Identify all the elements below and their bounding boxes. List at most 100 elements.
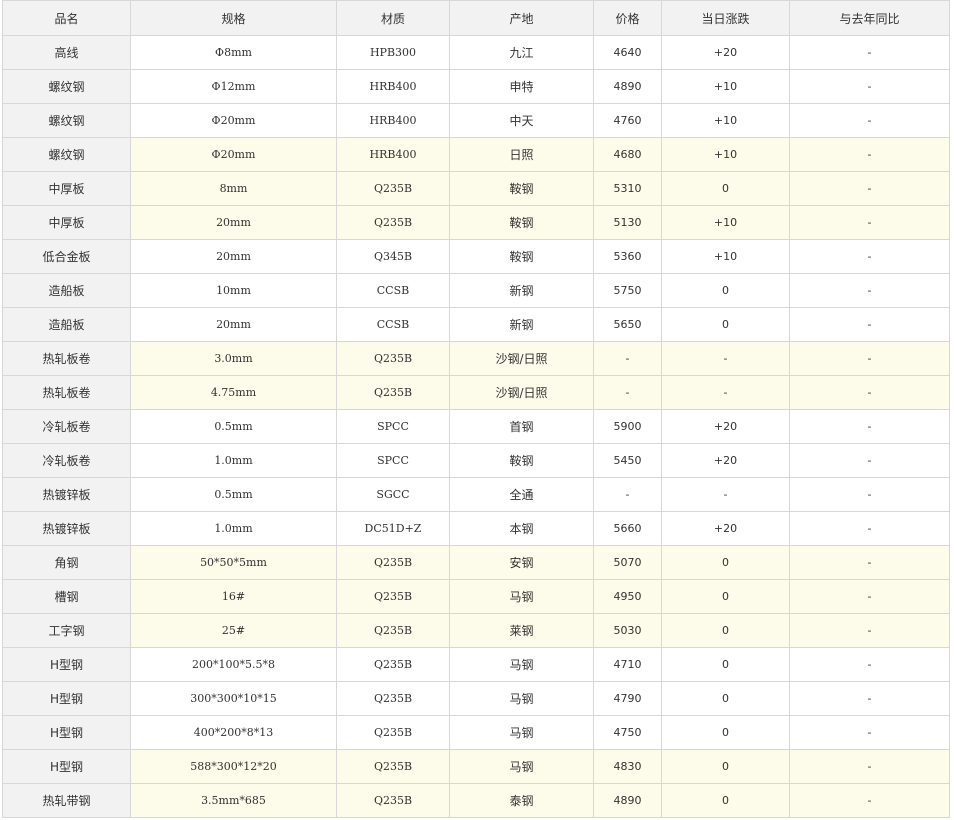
cell-origin: 新钢 <box>449 273 594 308</box>
table-row: H型钢 200*100*5.5*8 Q235B 马钢 4710 0- <box>2 647 950 682</box>
cell-price: 4890 <box>593 783 662 818</box>
cell-name: 角钢 <box>2 545 131 580</box>
cell-price: 4640 <box>593 35 662 70</box>
cell-name: 螺纹钢 <box>2 137 131 172</box>
cell-yoy: - <box>789 341 950 376</box>
table-row: H型钢 400*200*8*13 Q235B 马钢 4750 0- <box>2 715 950 750</box>
cell-origin: 安钢 <box>449 545 594 580</box>
table-row: 热轧板卷 4.75mm Q235B 沙钢/日照 - - - <box>2 375 950 410</box>
cell-price: 4890 <box>593 69 662 104</box>
cell-origin: 莱钢 <box>449 613 594 648</box>
table-row: 冷轧板卷 0.5mm SPCC 首钢 5900 +20- <box>2 409 950 444</box>
cell-yoy: - <box>789 647 950 682</box>
cell-daily-change: +10 <box>661 137 790 172</box>
cell-yoy: - <box>789 409 950 444</box>
table-row: 螺纹钢 Φ20mm HRB400 中天 4760 +10- <box>2 103 950 138</box>
cell-material: DC51D+Z <box>336 511 450 546</box>
cell-material: Q235B <box>336 205 450 240</box>
cell-price: 4750 <box>593 715 662 750</box>
cell-daily-change: 0 <box>661 749 790 784</box>
cell-daily-change: +10 <box>661 239 790 274</box>
table-row: 中厚板 8mm Q235B 鞍钢 5310 0- <box>2 171 950 206</box>
cell-daily-change: - <box>661 477 790 512</box>
cell-name: 工字钢 <box>2 613 131 648</box>
cell-daily-change: 0 <box>661 171 790 206</box>
cell-price: 5130 <box>593 205 662 240</box>
cell-spec: 4.75mm <box>130 375 337 410</box>
cell-origin: 沙钢/日照 <box>449 375 594 410</box>
cell-material: Q235B <box>336 715 450 750</box>
cell-name: 热轧带钢 <box>2 783 131 818</box>
cell-material: Q235B <box>336 681 450 716</box>
cell-yoy: - <box>789 681 950 716</box>
cell-price: 5310 <box>593 171 662 206</box>
cell-yoy: - <box>789 443 950 478</box>
cell-spec: 300*300*10*15 <box>130 681 337 716</box>
cell-daily-change: 0 <box>661 783 790 818</box>
cell-material: SPCC <box>336 443 450 478</box>
cell-origin: 日照 <box>449 137 594 172</box>
cell-daily-change: +20 <box>661 511 790 546</box>
cell-yoy: - <box>789 477 950 512</box>
cell-daily-change: 0 <box>661 579 790 614</box>
cell-price: - <box>593 341 662 376</box>
cell-name: 冷轧板卷 <box>2 409 131 444</box>
cell-spec: 20mm <box>130 239 337 274</box>
cell-material: Q235B <box>336 613 450 648</box>
cell-material: Q235B <box>336 171 450 206</box>
cell-spec: 0.5mm <box>130 477 337 512</box>
cell-origin: 新钢 <box>449 307 594 342</box>
cell-spec: 1.0mm <box>130 511 337 546</box>
cell-daily-change: 0 <box>661 647 790 682</box>
steel-price-table: 品名 规格 材质 产地 价格 当日涨跌 与去年同比 高线 Φ8mm HPB300 九江… <box>2 0 950 818</box>
cell-material: SPCC <box>336 409 450 444</box>
cell-material: Q235B <box>336 579 450 614</box>
table-row: 造船板 10mm CCSB 新钢 5750 0- <box>2 273 950 308</box>
cell-daily-change: +20 <box>661 35 790 70</box>
cell-yoy: - <box>789 613 950 648</box>
cell-yoy: - <box>789 715 950 750</box>
cell-material: HRB400 <box>336 69 450 104</box>
cell-yoy: - <box>789 273 950 308</box>
cell-spec: 50*50*5mm <box>130 545 337 580</box>
cell-material: CCSB <box>336 273 450 308</box>
cell-name: H型钢 <box>2 749 131 784</box>
cell-name: H型钢 <box>2 715 131 750</box>
cell-material: Q235B <box>336 545 450 580</box>
cell-price: - <box>593 477 662 512</box>
cell-daily-change: - <box>661 375 790 410</box>
cell-material: Q235B <box>336 647 450 682</box>
cell-spec: 3.5mm*685 <box>130 783 337 818</box>
cell-origin: 马钢 <box>449 647 594 682</box>
table-row: 中厚板 20mm Q235B 鞍钢 5130 +10- <box>2 205 950 240</box>
cell-spec: 200*100*5.5*8 <box>130 647 337 682</box>
cell-name: H型钢 <box>2 647 131 682</box>
cell-price: 5030 <box>593 613 662 648</box>
cell-yoy: - <box>789 69 950 104</box>
table-row: 热镀锌板 0.5mm SGCC 全通 - - - <box>2 477 950 512</box>
cell-yoy: - <box>789 579 950 614</box>
cell-price: 5070 <box>593 545 662 580</box>
cell-origin: 本钢 <box>449 511 594 546</box>
cell-price: 5750 <box>593 273 662 308</box>
header-material: 材质 <box>336 0 450 36</box>
cell-spec: 25# <box>130 613 337 648</box>
cell-price: 5660 <box>593 511 662 546</box>
cell-material: HRB400 <box>336 137 450 172</box>
cell-material: HPB300 <box>336 35 450 70</box>
table-row: H型钢 588*300*12*20 Q235B 马钢 4830 0- <box>2 749 950 784</box>
cell-daily-change: 0 <box>661 681 790 716</box>
cell-material: CCSB <box>336 307 450 342</box>
table-row: 螺纹钢 Φ12mm HRB400 申特 4890 +10- <box>2 69 950 104</box>
cell-material: Q235B <box>336 783 450 818</box>
cell-material: SGCC <box>336 477 450 512</box>
cell-daily-change: +10 <box>661 205 790 240</box>
cell-name: 螺纹钢 <box>2 69 131 104</box>
header-name: 品名 <box>2 0 131 36</box>
cell-material: Q345B <box>336 239 450 274</box>
cell-origin: 沙钢/日照 <box>449 341 594 376</box>
cell-yoy: - <box>789 239 950 274</box>
cell-price: 4790 <box>593 681 662 716</box>
cell-origin: 马钢 <box>449 749 594 784</box>
cell-yoy: - <box>789 307 950 342</box>
